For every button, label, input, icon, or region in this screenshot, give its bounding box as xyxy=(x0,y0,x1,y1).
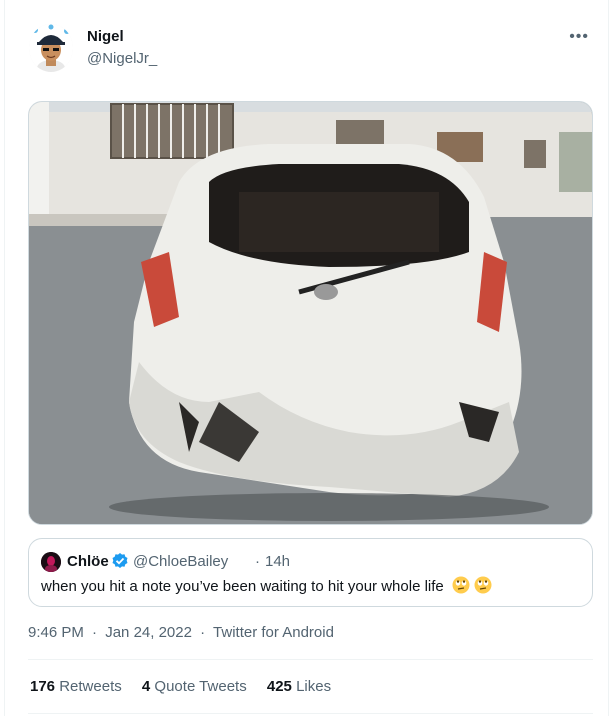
tweet-time[interactable]: 9:46 PM xyxy=(28,624,84,641)
quote-tweets-stat[interactable]: 4 Quote Tweets xyxy=(142,678,247,695)
tweet-header: Nigel @NigelJr_ ••• xyxy=(29,24,597,76)
likes-label: Likes xyxy=(296,678,332,695)
rolling-eyes-emoji-icon xyxy=(452,576,470,594)
user-handle[interactable]: @NigelJr_ xyxy=(87,50,157,67)
quoted-tweet-text: when you hit a note you’ve been waiting … xyxy=(41,578,444,595)
quoted-user-avatar xyxy=(41,552,61,572)
rolling-eyes-emoji-icon xyxy=(474,576,492,594)
quote-tweets-label: Quote Tweets xyxy=(154,678,247,695)
likes-count: 425 xyxy=(266,678,292,695)
quoted-user-handle: @ChloeBailey xyxy=(133,553,229,570)
more-options-icon[interactable]: ••• xyxy=(569,28,589,46)
tweet-metadata: 9:46 PM · Jan 24, 2022 · Twitter for And… xyxy=(28,624,338,641)
retweets-stat[interactable]: 176 Retweets xyxy=(30,678,122,695)
tweet-source[interactable]: Twitter for Android xyxy=(213,624,334,641)
tweet-stats: 176 Retweets 4 Quote Tweets 425 Likes xyxy=(30,678,347,695)
divider xyxy=(28,659,593,660)
retweets-label: Retweets xyxy=(59,678,122,695)
verified-badge-icon xyxy=(111,552,129,570)
tweet-date[interactable]: Jan 24, 2022 xyxy=(105,624,192,641)
tweet-media-photo[interactable] xyxy=(28,101,593,525)
likes-stat[interactable]: 425 Likes xyxy=(267,678,331,695)
quoted-timestamp[interactable]: 14h xyxy=(265,553,290,570)
quoted-separator: · xyxy=(255,553,260,570)
user-display-name[interactable]: Nigel xyxy=(87,28,124,45)
quote-tweets-count: 4 xyxy=(141,678,151,695)
quoted-tweet[interactable]: Chlöe @ChloeBailey · 14h when you hit a … xyxy=(28,538,593,607)
retweets-count: 176 xyxy=(30,678,56,695)
divider xyxy=(28,713,593,714)
quoted-user-name: Chlöe xyxy=(67,553,109,570)
user-avatar[interactable] xyxy=(29,24,73,72)
meta-separator: · xyxy=(92,624,98,641)
tweet-container: Nigel @NigelJr_ ••• Chlöe @ChloeBailey ·… xyxy=(4,0,609,716)
meta-separator: · xyxy=(200,624,206,641)
